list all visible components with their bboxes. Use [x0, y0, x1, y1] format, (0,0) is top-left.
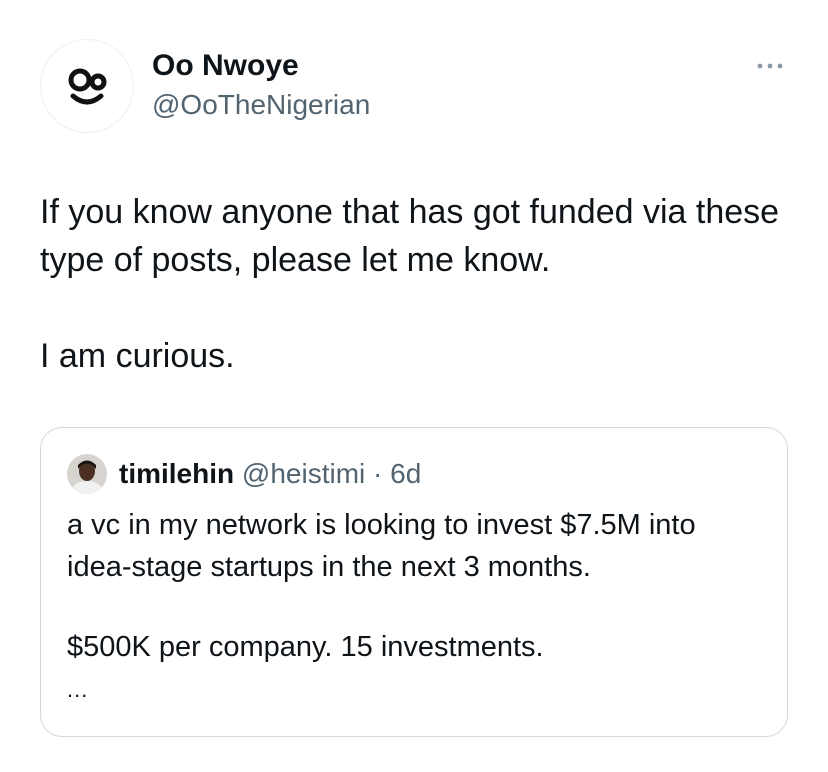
- quoted-tweet-text: a vc in my network is looking to invest …: [67, 504, 767, 668]
- quoted-timestamp[interactable]: 6d: [390, 458, 421, 489]
- quoted-tweet-card[interactable]: timilehin @heistimi · 6d a vc in my netw…: [40, 427, 788, 737]
- quoted-paragraph: a vc in my network is looking to invest …: [67, 509, 696, 583]
- more-options-icon: [757, 63, 783, 69]
- more-options-button[interactable]: [752, 54, 788, 78]
- quoted-separator: ·: [373, 458, 383, 489]
- profile-photo-avatar-icon: [67, 454, 107, 494]
- tweet-text: If you know anyone that has got funded v…: [40, 188, 800, 380]
- quoted-paragraph: $500K per company. 15 investments.: [67, 631, 544, 663]
- author-avatar[interactable]: [40, 39, 134, 133]
- quoted-author-avatar[interactable]: [67, 454, 107, 494]
- tweet-paragraph: I am curious.: [40, 337, 235, 375]
- smiley-face-avatar-icon: [68, 68, 107, 105]
- author-handle[interactable]: @OoTheNigerian: [152, 88, 370, 122]
- tweet-paragraph: If you know anyone that has got funded v…: [40, 193, 780, 279]
- quoted-author-display-name[interactable]: timilehin: [119, 458, 234, 489]
- author-display-name[interactable]: Oo Nwoye: [152, 48, 299, 84]
- quoted-tweet-header: timilehin @heistimi · 6d: [119, 456, 421, 492]
- quoted-author-handle[interactable]: @heistimi: [242, 458, 365, 489]
- quoted-truncation-ellipsis: ...: [67, 677, 89, 702]
